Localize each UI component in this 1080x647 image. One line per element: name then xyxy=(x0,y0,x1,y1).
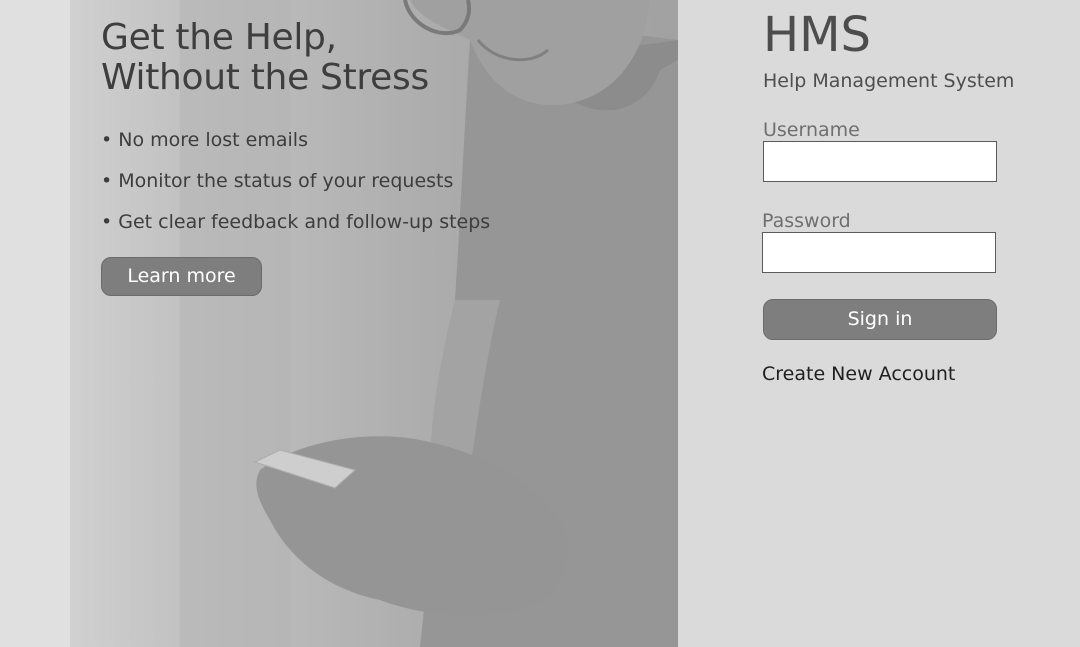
learn-more-button[interactable]: Learn more xyxy=(101,257,262,296)
hero-headline-line-2: Without the Stress xyxy=(101,57,429,98)
feature-item: • Monitor the status of your requests xyxy=(101,170,454,192)
login-page: Get the Help, Without the Stress • No mo… xyxy=(0,0,1080,647)
hero-headline-line-1: Get the Help, xyxy=(101,17,337,58)
username-field[interactable] xyxy=(763,141,997,182)
password-label: Password xyxy=(762,210,851,232)
feature-list: • No more lost emails • Monitor the stat… xyxy=(101,120,661,243)
app-logo: HMS xyxy=(763,7,871,63)
feature-item: • No more lost emails xyxy=(101,129,308,151)
feature-item: • Get clear feedback and follow-up steps xyxy=(101,211,491,233)
hero-headline: Get the Help, Without the Stress xyxy=(101,18,661,98)
hero-content: Get the Help, Without the Stress • No mo… xyxy=(101,18,661,296)
app-subtitle: Help Management System xyxy=(763,70,1015,92)
hero-panel: Get the Help, Without the Stress • No mo… xyxy=(0,0,678,647)
login-panel: HMS Help Management System Username Pass… xyxy=(678,0,1080,647)
sign-in-button[interactable]: Sign in xyxy=(763,299,997,340)
username-label: Username xyxy=(763,119,860,141)
create-account-link[interactable]: Create New Account xyxy=(762,363,955,385)
password-field[interactable] xyxy=(762,232,996,273)
